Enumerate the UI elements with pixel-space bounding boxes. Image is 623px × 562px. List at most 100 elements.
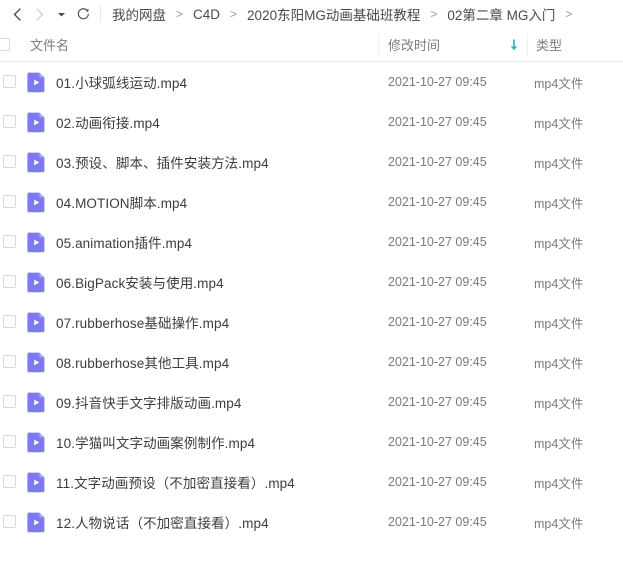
row-checkbox[interactable] [3,355,16,368]
file-name[interactable]: 11.文字动画预设（不加密直接看）.mp4 [56,472,295,492]
select-all-checkbox[interactable] [0,38,10,51]
file-modified: 2021-10-27 09:45 [388,435,487,449]
row-checkbox[interactable] [3,195,16,208]
file-type: mp4文件 [534,236,584,251]
table-row[interactable]: 04.MOTION脚本.mp4 2021-10-27 09:45 mp4文件 [0,182,623,222]
file-name[interactable]: 03.预设、脚本、插件安装方法.mp4 [56,152,269,172]
toolbar-divider [100,6,101,22]
file-name[interactable]: 09.抖音快手文字排版动画.mp4 [56,392,241,412]
file-name[interactable]: 01.小球弧线运动.mp4 [56,72,187,92]
table-header: 文件名 修改时间 类型 [0,28,623,62]
file-list: 01.小球弧线运动.mp4 2021-10-27 09:45 mp4文件 02.… [0,62,623,542]
file-type: mp4文件 [534,196,584,211]
row-checkbox[interactable] [3,155,16,168]
breadcrumb-item-chapter[interactable]: 02第二章 MG入门 [446,4,556,24]
forward-button[interactable] [28,3,50,25]
row-checkbox[interactable] [3,475,16,488]
breadcrumb: 我的网盘 > C4D > 2020东阳MG动画基础班教程 > 02第二章 MG入… [111,4,581,24]
mp4-video-file-icon [27,272,46,293]
file-name[interactable]: 12.人物说话（不加密直接看）.mp4 [56,512,269,532]
breadcrumb-separator: > [176,7,184,21]
file-modified: 2021-10-27 09:45 [388,475,487,489]
breadcrumb-item-course[interactable]: 2020东阳MG动画基础班教程 [246,4,421,24]
breadcrumb-item-root[interactable]: 我的网盘 [111,4,167,24]
file-name[interactable]: 10.学猫叫文字动画案例制作.mp4 [56,432,255,452]
row-checkbox[interactable] [3,115,16,128]
row-checkbox[interactable] [3,395,16,408]
table-row[interactable]: 02.动画衔接.mp4 2021-10-27 09:45 mp4文件 [0,102,623,142]
row-checkbox[interactable] [3,435,16,448]
breadcrumb-item-c4d[interactable]: C4D [192,7,221,22]
table-row[interactable]: 09.抖音快手文字排版动画.mp4 2021-10-27 09:45 mp4文件 [0,382,623,422]
row-checkbox[interactable] [3,275,16,288]
table-row[interactable]: 08.rubberhose其他工具.mp4 2021-10-27 09:45 m… [0,342,623,382]
back-button[interactable] [6,3,28,25]
mp4-video-file-icon [27,152,46,173]
column-header-name[interactable]: 文件名 [30,35,69,54]
mp4-video-file-icon [27,232,46,253]
table-row[interactable]: 05.animation插件.mp4 2021-10-27 09:45 mp4文… [0,222,623,262]
file-modified: 2021-10-27 09:45 [388,275,487,289]
file-name[interactable]: 08.rubberhose其他工具.mp4 [56,352,229,372]
file-name[interactable]: 06.BigPack安装与使用.mp4 [56,272,224,292]
file-type: mp4文件 [534,476,584,491]
file-type: mp4文件 [534,356,584,371]
file-type: mp4文件 [534,436,584,451]
mp4-video-file-icon [27,72,46,93]
row-checkbox[interactable] [3,75,16,88]
file-type: mp4文件 [534,276,584,291]
mp4-video-file-icon [27,392,46,413]
file-name[interactable]: 02.动画衔接.mp4 [56,112,160,132]
history-dropdown-button[interactable] [50,3,72,25]
file-type: mp4文件 [534,116,584,131]
caret-down-icon [57,10,66,19]
table-row[interactable]: 07.rubberhose基础操作.mp4 2021-10-27 09:45 m… [0,302,623,342]
table-row[interactable]: 11.文字动画预设（不加密直接看）.mp4 2021-10-27 09:45 m… [0,462,623,502]
mp4-video-file-icon [27,112,46,133]
column-header-type[interactable]: 类型 [536,35,562,54]
file-modified: 2021-10-27 09:45 [388,155,487,169]
row-checkbox[interactable] [3,515,16,528]
table-row[interactable]: 01.小球弧线运动.mp4 2021-10-27 09:45 mp4文件 [0,62,623,102]
refresh-button[interactable] [72,3,94,25]
row-checkbox[interactable] [3,235,16,248]
file-modified: 2021-10-27 09:45 [388,195,487,209]
refresh-icon [76,7,91,22]
file-name[interactable]: 04.MOTION脚本.mp4 [56,192,187,212]
table-row[interactable]: 12.人物说话（不加密直接看）.mp4 2021-10-27 09:45 mp4… [0,502,623,542]
file-name[interactable]: 05.animation插件.mp4 [56,232,192,252]
breadcrumb-separator: > [430,7,438,21]
file-modified: 2021-10-27 09:45 [388,75,487,89]
table-row[interactable]: 10.学猫叫文字动画案例制作.mp4 2021-10-27 09:45 mp4文… [0,422,623,462]
mp4-video-file-icon [27,432,46,453]
breadcrumb-toolbar: 我的网盘 > C4D > 2020东阳MG动画基础班教程 > 02第二章 MG入… [0,0,623,28]
file-modified: 2021-10-27 09:45 [388,235,487,249]
table-row[interactable]: 03.预设、脚本、插件安装方法.mp4 2021-10-27 09:45 mp4… [0,142,623,182]
file-modified: 2021-10-27 09:45 [388,115,487,129]
file-type: mp4文件 [534,76,584,91]
file-type: mp4文件 [534,156,584,171]
row-checkbox[interactable] [3,315,16,328]
mp4-video-file-icon [27,312,46,333]
chevron-right-icon [33,7,46,22]
chevron-left-icon [11,7,24,22]
header-divider-1 [378,34,379,56]
header-divider-2 [527,34,528,56]
breadcrumb-separator-trailing: > [565,7,573,21]
file-modified: 2021-10-27 09:45 [388,395,487,409]
mp4-video-file-icon [27,472,46,493]
breadcrumb-separator: > [230,7,238,21]
file-type: mp4文件 [534,516,584,531]
table-row[interactable]: 06.BigPack安装与使用.mp4 2021-10-27 09:45 mp4… [0,262,623,302]
select-all-cell [0,38,14,51]
file-modified: 2021-10-27 09:45 [388,355,487,369]
file-type: mp4文件 [534,316,584,331]
file-type: mp4文件 [534,396,584,411]
column-header-modified[interactable]: 修改时间 [388,35,440,54]
mp4-video-file-icon [27,192,46,213]
mp4-video-file-icon [27,352,46,373]
file-name[interactable]: 07.rubberhose基础操作.mp4 [56,312,229,332]
file-modified: 2021-10-27 09:45 [388,515,487,529]
sort-descending-arrow-icon[interactable] [508,39,520,52]
file-modified: 2021-10-27 09:45 [388,315,487,329]
